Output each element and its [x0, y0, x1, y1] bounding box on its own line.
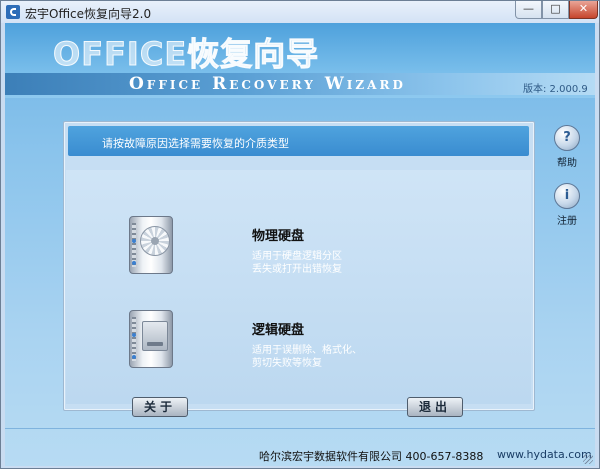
title-bar[interactable]: 宏宇Office恢复向导2.0 — □ ✕ [1, 1, 599, 23]
header-banner: Office Recovery Wizard [5, 73, 595, 95]
help-label: 帮助 [557, 158, 577, 169]
media-selection-panel: 请按故障原因选择需要恢复的介质类型 物理硬盘 适用于硬盘逻辑分区 丢失或打开出错… [63, 121, 535, 411]
about-button[interactable]: 关于 [132, 397, 188, 417]
register-icon[interactable]: i [554, 183, 580, 209]
footer-url-link[interactable]: www.hydata.com [497, 448, 592, 461]
app-icon [6, 5, 20, 19]
footer-company: 哈尔滨宏宇数据软件有限公司 400-657-8388 [259, 450, 484, 463]
footer-divider [5, 428, 595, 429]
description-line: 适用于误删除、格式化、 [252, 345, 362, 356]
help-icon[interactable]: ? [554, 125, 580, 151]
minimize-button[interactable]: — [515, 1, 542, 19]
physical-disk-option[interactable]: 物理硬盘 [252, 225, 304, 244]
register-label: 注册 [557, 216, 577, 227]
hard-drive-disc-icon[interactable] [129, 216, 173, 274]
register-button[interactable]: i 注册 [547, 183, 587, 227]
application-window: 宏宇Office恢复向导2.0 — □ ✕ OFFICE恢复向导 Office … [0, 0, 600, 469]
description-line: 适用于硬盘逻辑分区 [252, 251, 342, 262]
window-title: 宏宇Office恢复向导2.0 [25, 7, 152, 21]
resize-grip[interactable] [583, 454, 593, 464]
prompt-bar: 请按故障原因选择需要恢复的介质类型 [68, 126, 529, 156]
options-area: 物理硬盘 适用于硬盘逻辑分区 丢失或打开出错恢复 逻辑硬盘 适用于误删除、格式化… [66, 170, 531, 404]
physical-disk-description: 适用于硬盘逻辑分区 丢失或打开出错恢复 [252, 250, 412, 276]
prompt-text: 请按故障原因选择需要恢复的介质类型 [102, 137, 289, 150]
description-line: 剪切失败等恢复 [252, 358, 322, 369]
close-button[interactable]: ✕ [569, 1, 598, 19]
maximize-button[interactable]: □ [542, 1, 569, 19]
help-button[interactable]: ? 帮助 [547, 125, 587, 169]
client-area: OFFICE恢复向导 Office Recovery Wizard 版本: 2.… [5, 23, 595, 466]
exit-button[interactable]: 退出 [407, 397, 463, 417]
header-subtitle: Office Recovery Wizard [129, 74, 406, 94]
version-label: 版本: 2.000.9 [523, 84, 588, 95]
logical-disk-option[interactable]: 逻辑硬盘 [252, 319, 304, 338]
description-line: 丢失或打开出错恢复 [252, 264, 342, 275]
header-title: OFFICE恢复向导 [52, 35, 320, 74]
logical-disk-description: 适用于误删除、格式化、 剪切失败等恢复 [252, 344, 412, 370]
hard-drive-slot-icon[interactable] [129, 310, 173, 368]
